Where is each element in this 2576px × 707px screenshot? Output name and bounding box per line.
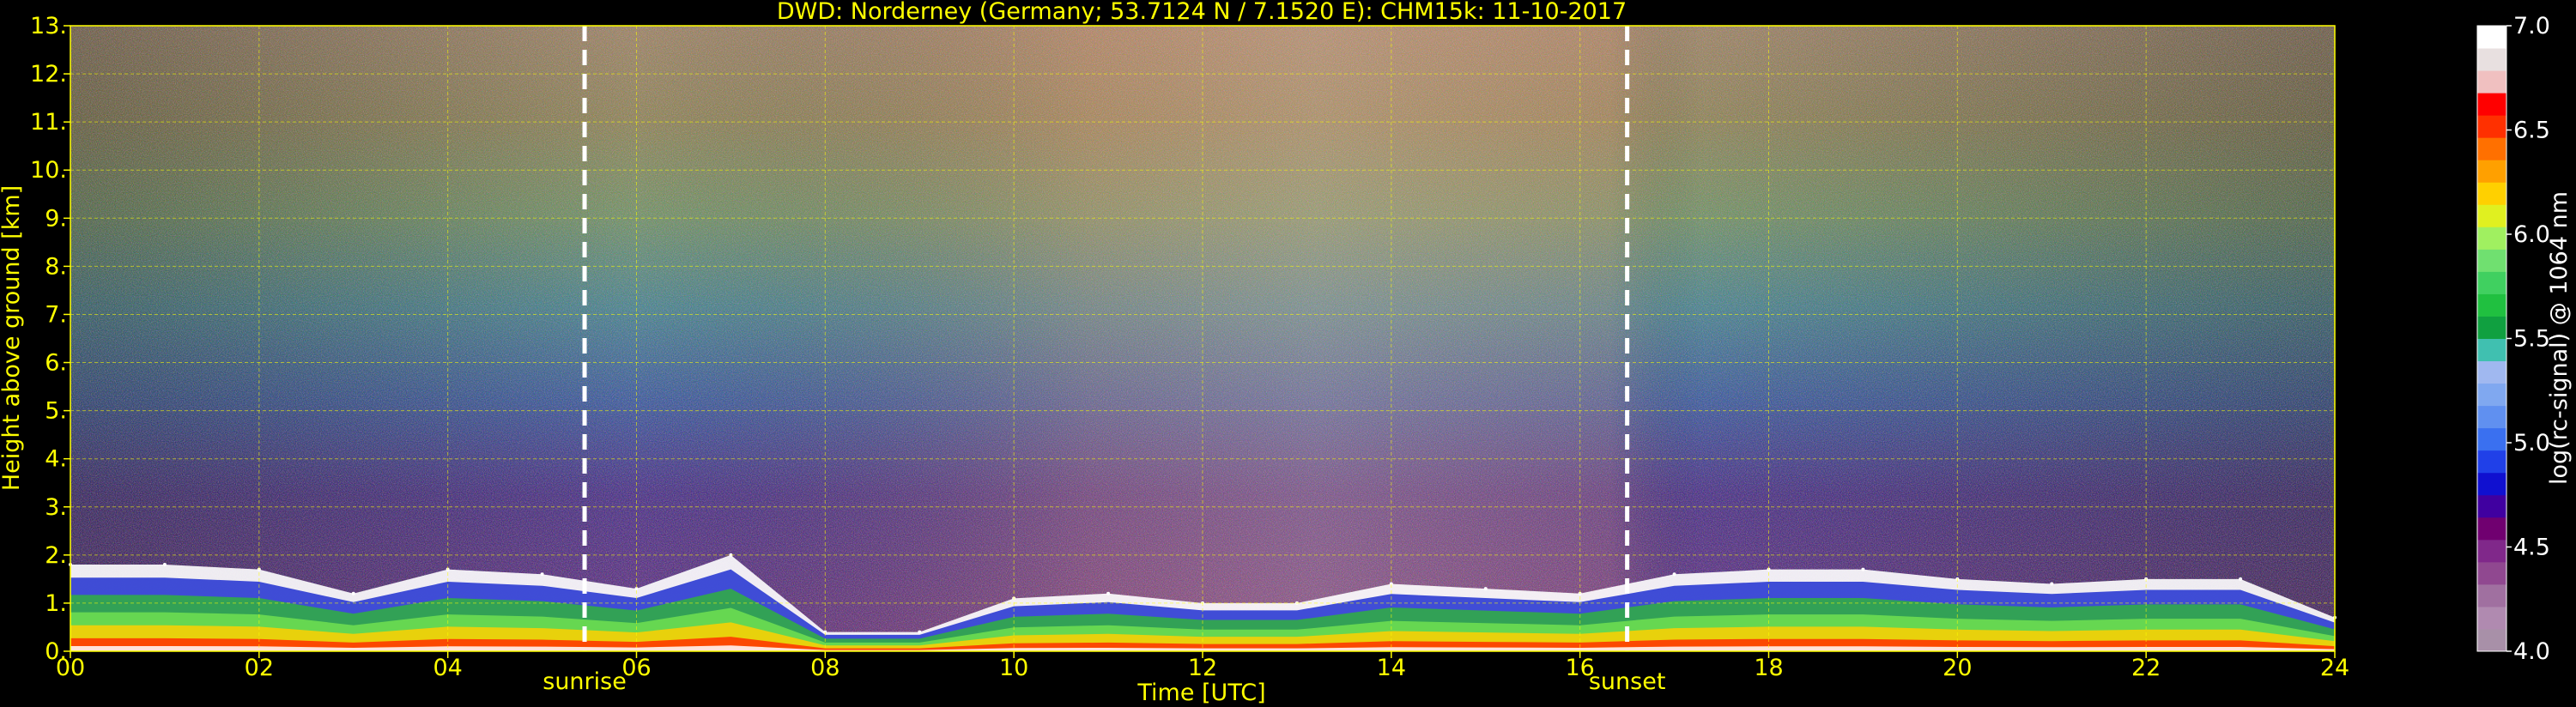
colorbar-segment: [2477, 48, 2506, 71]
plot-area: [69, 25, 2337, 652]
y-tick-label: 0.: [45, 638, 67, 665]
colorbar-segment: [2477, 204, 2506, 227]
y-tick-label: 12.: [30, 61, 67, 88]
colorbar-tick-label: 5.0: [2513, 430, 2550, 456]
cloud-base-point: [162, 563, 167, 567]
colorbar-segment: [2477, 316, 2506, 339]
x-tick-label: 24: [2320, 655, 2349, 681]
y-tick-label: 13.: [30, 13, 67, 39]
colorbar-segment: [2477, 338, 2506, 362]
cloud-base-point: [918, 630, 922, 634]
colorbar-segment: [2477, 160, 2506, 183]
colorbar-segment: [2477, 383, 2506, 407]
colorbar-segment: [2477, 606, 2506, 630]
colorbar-segment: [2477, 561, 2506, 585]
colorbar-segment: [2477, 539, 2506, 563]
x-tick-label: 02: [245, 655, 274, 681]
sunset-label: sunset: [1589, 668, 1666, 695]
colorbar-segment: [2477, 293, 2506, 317]
cloud-base-point: [540, 572, 544, 577]
x-tick-label: 04: [433, 655, 462, 681]
x-axis-label: Time [UTC]: [1136, 680, 1265, 706]
colorbar-segment: [2477, 427, 2506, 451]
colorbar-segment: [2477, 26, 2506, 49]
cloud-base-point: [1672, 572, 1676, 577]
colorbar-tick-label: 4.5: [2513, 535, 2550, 561]
chart-title: DWD: Norderney (Germany; 53.7124 N / 7.1…: [777, 0, 1627, 25]
colorbar-segment: [2477, 249, 2506, 272]
colorbar-tick-label: 7.0: [2513, 13, 2550, 39]
cloud-base-point: [1106, 591, 1111, 595]
colorbar-segment: [2477, 360, 2506, 384]
y-tick-label: 4.: [45, 446, 67, 473]
colorbar-segment: [2477, 583, 2506, 607]
x-tick-label: 22: [2131, 655, 2161, 681]
y-tick-label: 9.: [45, 205, 67, 232]
y-tick-label: 11.: [30, 109, 67, 136]
cloud-base-point: [1861, 567, 1865, 571]
x-tick-label: 10: [999, 655, 1028, 681]
x-tick-label: 08: [810, 655, 839, 681]
x-tick-label: 18: [1754, 655, 1783, 681]
colorbar-tick-label: 4.0: [2513, 638, 2550, 665]
colorbar-label: log(rc-signal) @ 1064 nm: [2546, 191, 2573, 485]
colorbar-segment: [2477, 70, 2506, 94]
colorbar-segment: [2477, 227, 2506, 250]
x-tick-label: 12: [1188, 655, 1217, 681]
colorbar-segment: [2477, 472, 2506, 496]
colorbar-segment: [2477, 450, 2506, 474]
cloud-base-point: [2239, 577, 2243, 581]
y-axis-label: Height above ground [km]: [0, 185, 25, 491]
colorbar-segment: [2477, 182, 2506, 205]
y-tick-label: 2.: [45, 542, 67, 569]
x-tick-label: 14: [1377, 655, 1406, 681]
x-tick-label: 20: [1943, 655, 1972, 681]
cloud-base-point: [1483, 587, 1488, 591]
y-tick-label: 5.: [45, 398, 67, 425]
colorbar-segment: [2477, 137, 2506, 160]
colorbar-segment: [2477, 628, 2506, 652]
y-tick-label: 10.: [30, 157, 67, 184]
ceilometer-chart: 00 02 04 06 08 10 12 14 16 18 20 22 24 0.1.2.3.4.5.6…: [0, 0, 2576, 707]
colorbar-segment: [2477, 115, 2506, 138]
y-tick-label: 6.: [45, 350, 67, 377]
y-tick-label: 7.: [45, 301, 67, 328]
cloud-base-point: [2050, 582, 2054, 586]
colorbar-segment: [2477, 271, 2506, 294]
colorbar-segment: [2477, 517, 2506, 541]
colorbar-tick-label: 5.5: [2513, 326, 2550, 353]
colorbar-segment: [2477, 494, 2506, 518]
sunrise-label: sunrise: [542, 668, 627, 695]
cloud-base-point: [351, 591, 355, 595]
colorbar-segment: [2477, 93, 2506, 116]
y-tick-label: 8.: [45, 253, 67, 280]
colorbar-tick-label: 6.0: [2513, 221, 2550, 248]
colorbar-segment: [2477, 405, 2506, 429]
y-tick-label: 1.: [45, 590, 67, 617]
colorbar-tick-label: 6.5: [2513, 118, 2550, 144]
y-tick-label: 3.: [45, 494, 67, 521]
